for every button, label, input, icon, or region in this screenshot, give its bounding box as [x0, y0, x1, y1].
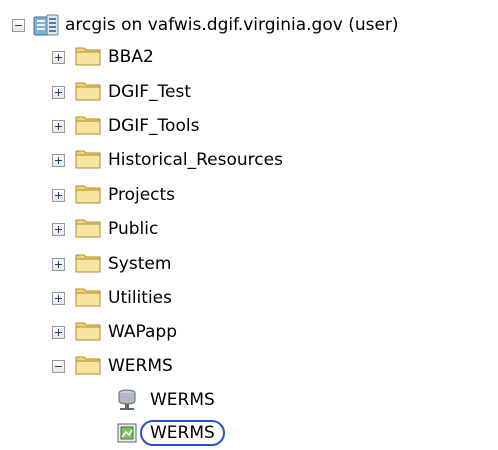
collapse-toggle[interactable]: [52, 359, 65, 373]
collapse-toggle[interactable]: [12, 18, 25, 32]
tree-item-label[interactable]: WAPapp: [108, 321, 177, 343]
folder-icon: [75, 79, 101, 106]
folder-icon: [75, 113, 101, 140]
tree-item-label[interactable]: WERMS: [150, 389, 215, 411]
tree-item-label[interactable]: Historical_Resources: [108, 149, 283, 171]
tree-item-utilities[interactable]: Utilities: [52, 283, 172, 313]
expand-toggle[interactable]: [52, 50, 65, 64]
selected-item-label[interactable]: WERMS: [140, 420, 225, 446]
tree-item-label[interactable]: System: [108, 253, 171, 275]
folder-icon: [75, 182, 101, 209]
tree-item-label[interactable]: WERMS: [108, 355, 173, 377]
tree-item-historical-resources[interactable]: Historical_Resources: [52, 145, 283, 175]
server-connection-icon: [33, 13, 59, 37]
tree-item-public[interactable]: Public: [52, 214, 158, 244]
feature-service-icon: [116, 422, 138, 444]
tree-item-label[interactable]: DGIF_Tools: [108, 115, 199, 137]
tree-item-werms[interactable]: WERMS: [52, 351, 173, 381]
tree-item-label[interactable]: BBA2: [108, 46, 154, 68]
folder-icon: [75, 285, 101, 312]
expand-toggle[interactable]: [52, 325, 65, 339]
tree-root-label[interactable]: arcgis on vafwis.dgif.virginia.gov (user…: [65, 14, 399, 36]
folder-icon: [75, 251, 101, 278]
tree-item-projects[interactable]: Projects: [52, 180, 175, 210]
tree-item-label[interactable]: Public: [108, 218, 158, 240]
tree-item-werms-feature-service[interactable]: WERMS: [116, 418, 225, 448]
tree-item-bba2[interactable]: BBA2: [52, 42, 154, 72]
expand-toggle[interactable]: [52, 222, 65, 236]
tree-root[interactable]: arcgis on vafwis.dgif.virginia.gov (user…: [12, 10, 399, 40]
tree-item-label[interactable]: Projects: [108, 184, 175, 206]
tree-item-wapapp[interactable]: WAPapp: [52, 317, 177, 347]
folder-icon: [75, 44, 101, 71]
folder-open-icon: [75, 353, 101, 380]
tree-item-dgif-test[interactable]: DGIF_Test: [52, 77, 191, 107]
map-service-icon: [116, 388, 138, 412]
folder-icon: [75, 319, 101, 346]
tree-item-dgif-tools[interactable]: DGIF_Tools: [52, 111, 199, 141]
tree-item-label[interactable]: Utilities: [108, 287, 172, 309]
tree-item-werms-map-service[interactable]: WERMS: [116, 385, 215, 415]
folder-icon: [75, 216, 101, 243]
expand-toggle[interactable]: [52, 119, 65, 133]
expand-toggle[interactable]: [52, 153, 65, 167]
expand-toggle[interactable]: [52, 85, 65, 99]
tree-item-system[interactable]: System: [52, 249, 171, 279]
expand-toggle[interactable]: [52, 291, 65, 305]
expand-toggle[interactable]: [52, 257, 65, 271]
folder-icon: [75, 147, 101, 174]
tree-item-label[interactable]: DGIF_Test: [108, 81, 191, 103]
expand-toggle[interactable]: [52, 188, 65, 202]
